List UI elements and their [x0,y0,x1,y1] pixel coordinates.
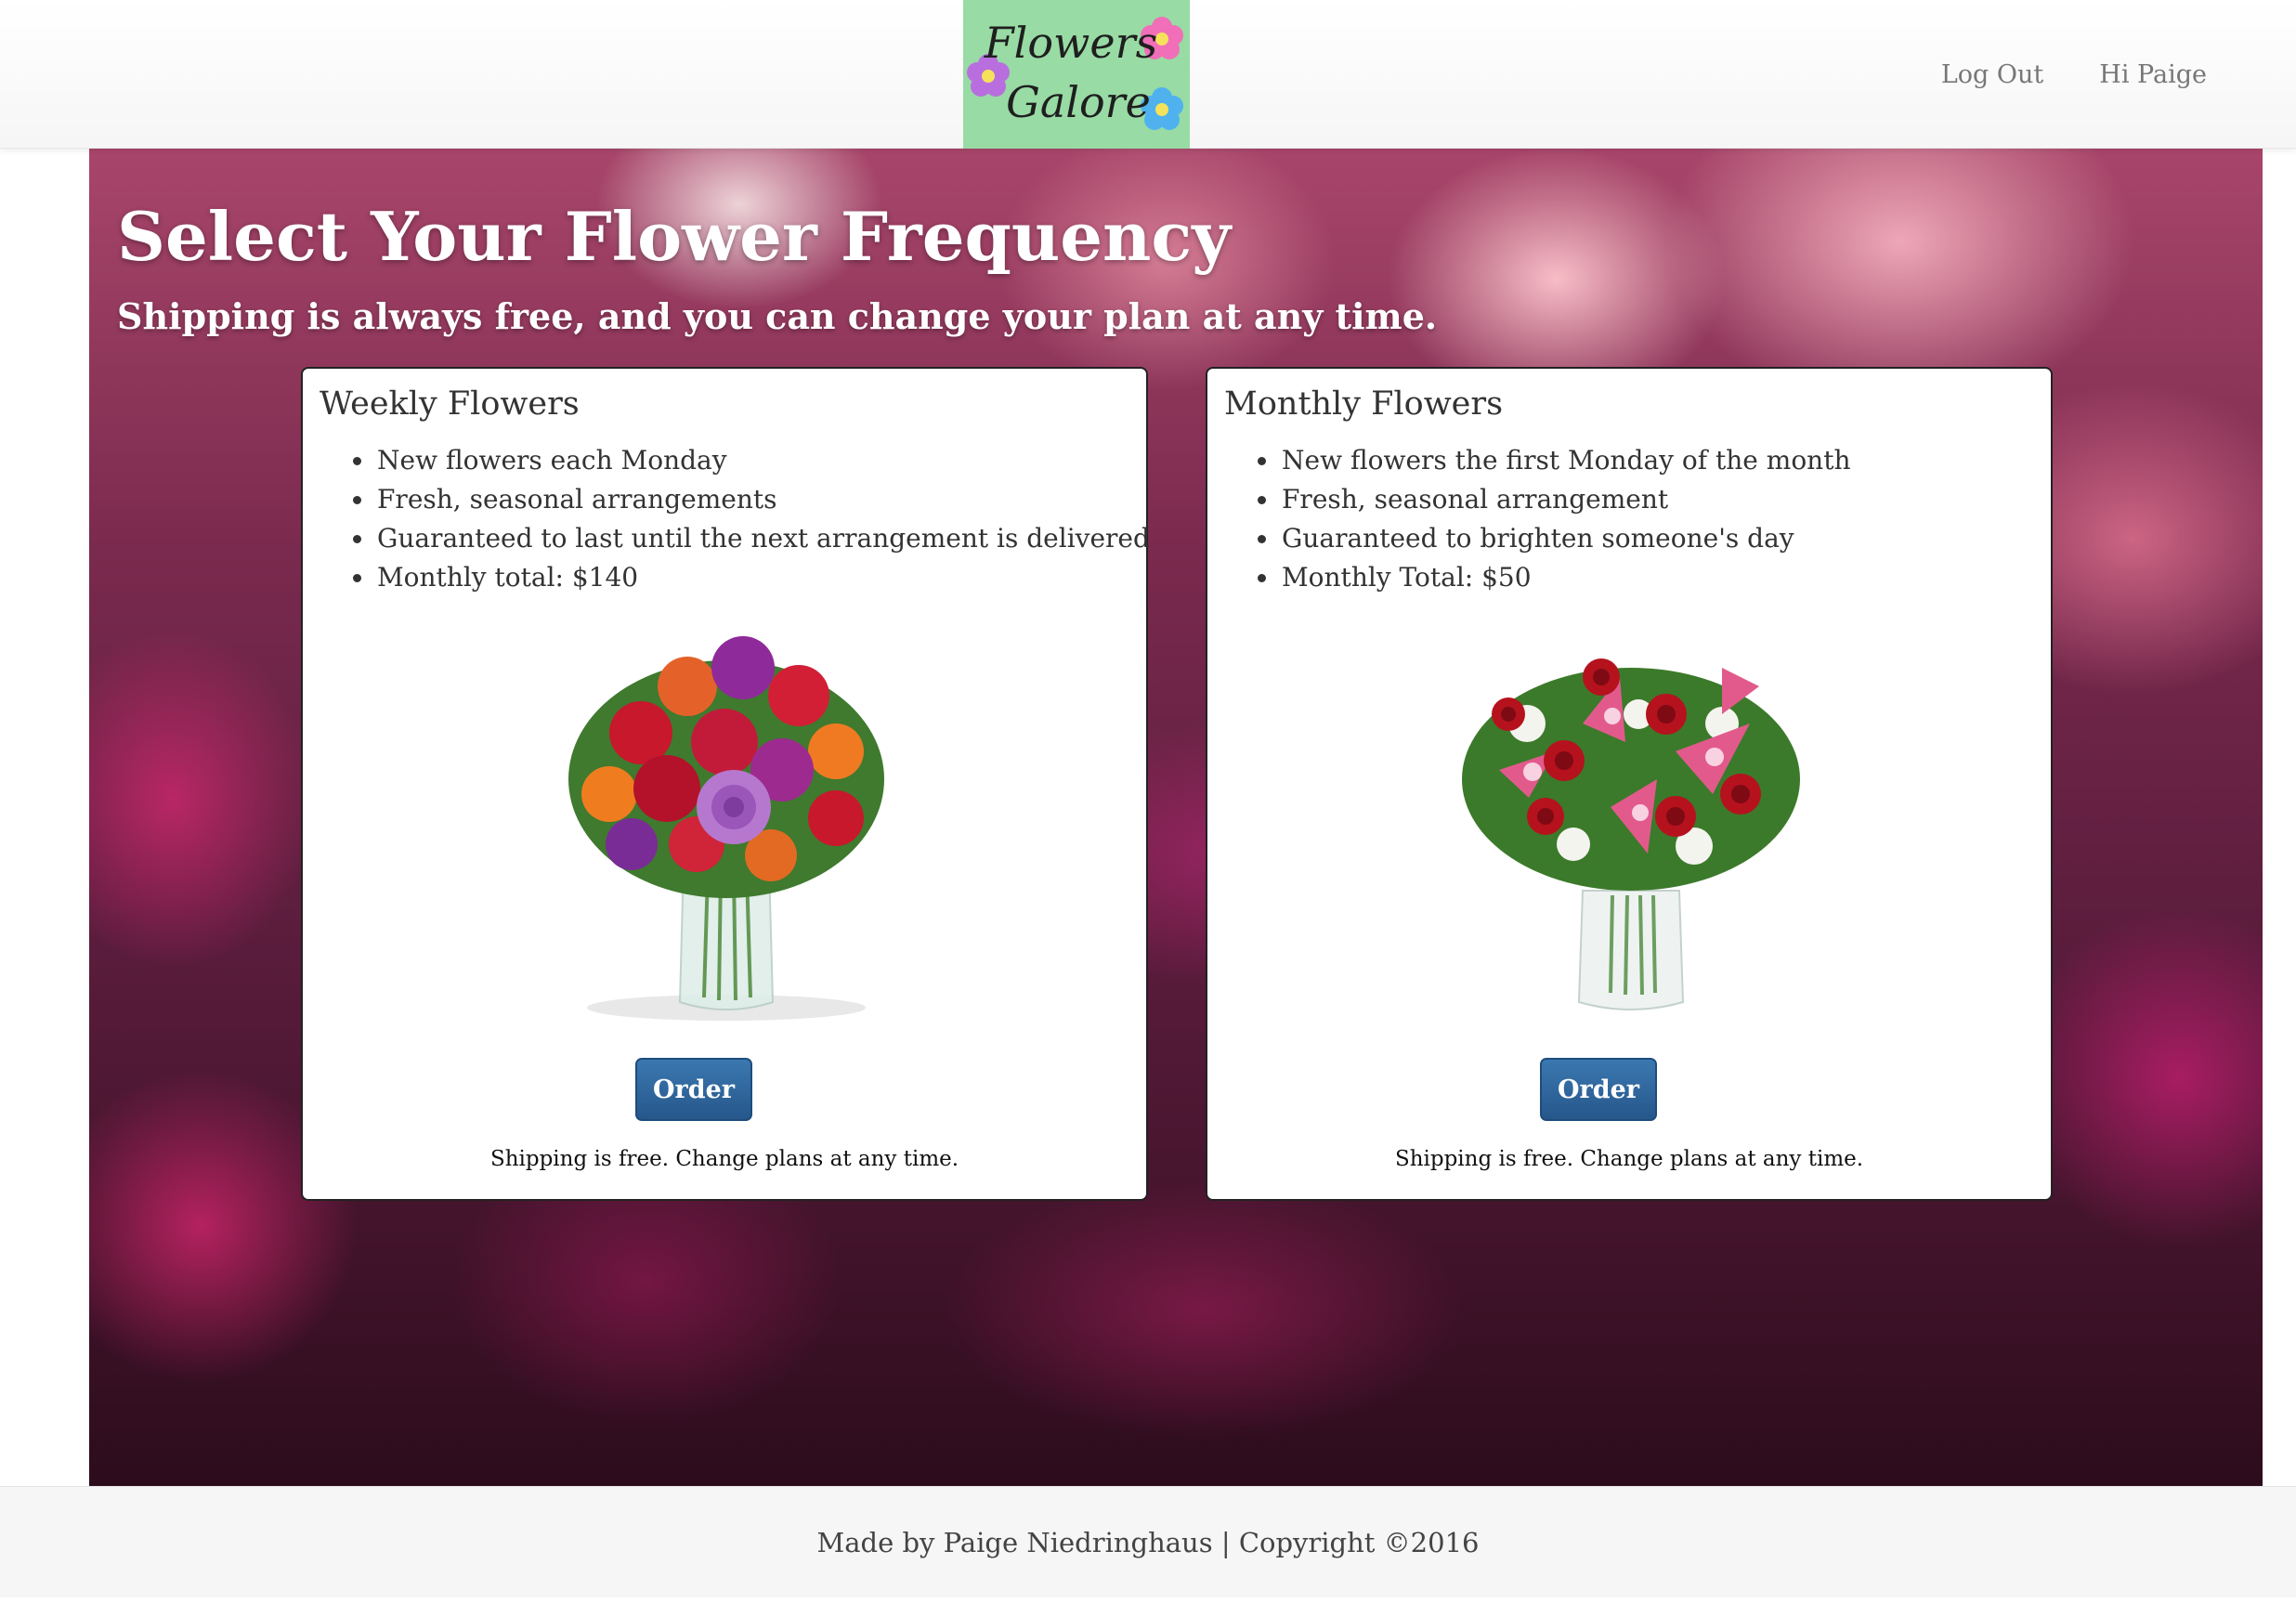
navbar: Flowers Galore Log Out Hi Paige [0,0,2296,149]
footer: Made by Paige Niedringhaus | Copyright ©… [0,1486,2296,1597]
flowers-galore-logo[interactable]: Flowers Galore [963,0,1190,149]
shipping-note: Shipping is free. Change plans at any ti… [489,1147,959,1171]
plan-card-monthly: Monthly Flowers New flowers the first Mo… [1206,367,2053,1201]
shipping-note: Shipping is free. Change plans at any ti… [1394,1147,1864,1171]
plan-feature: Monthly total: $140 [375,558,1150,597]
plan-title: Monthly Flowers [1224,385,1504,423]
plan-title: Weekly Flowers [320,385,580,423]
plan-card-weekly: Weekly Flowers New flowers each Monday F… [301,367,1150,1201]
plan-feature: Monthly Total: $50 [1280,558,1851,597]
hero-section: Select Your Flower Frequency Shipping is… [89,149,2263,1486]
plan-feature: Fresh, seasonal arrangements [375,480,1150,519]
plan-features: New flowers each Monday Fresh, seasonal … [375,441,1150,597]
nav-links: Log Out Hi Paige [1941,0,2207,149]
plan-feature: New flowers each Monday [375,441,1150,480]
plan-feature: Guaranteed to last until the next arrang… [375,519,1150,558]
plan-features: New flowers the first Monday of the mont… [1280,441,1851,597]
plan-feature: New flowers the first Monday of the mont… [1280,441,1851,480]
footer-copyright: Made by Paige Niedringhaus | Copyright ©… [816,1526,1480,1558]
logo-text-line2: Galore [1006,77,1151,127]
user-greeting-link[interactable]: Hi Paige [2099,60,2207,89]
page-subtitle: Shipping is always free, and you can cha… [117,295,1438,337]
order-monthly-button[interactable]: Order [1540,1058,1657,1121]
bouquet-image-roses-lilies [1443,612,1819,1024]
bouquet-image-mixed [539,612,914,1024]
plan-feature: Guaranteed to brighten someone's day [1280,519,1851,558]
logo-text-line1: Flowers [984,18,1158,68]
order-weekly-button[interactable]: Order [635,1058,752,1121]
logout-link[interactable]: Log Out [1941,60,2043,89]
plan-feature: Fresh, seasonal arrangement [1280,480,1851,519]
page-title: Select Your Flower Frequency [117,197,1232,276]
